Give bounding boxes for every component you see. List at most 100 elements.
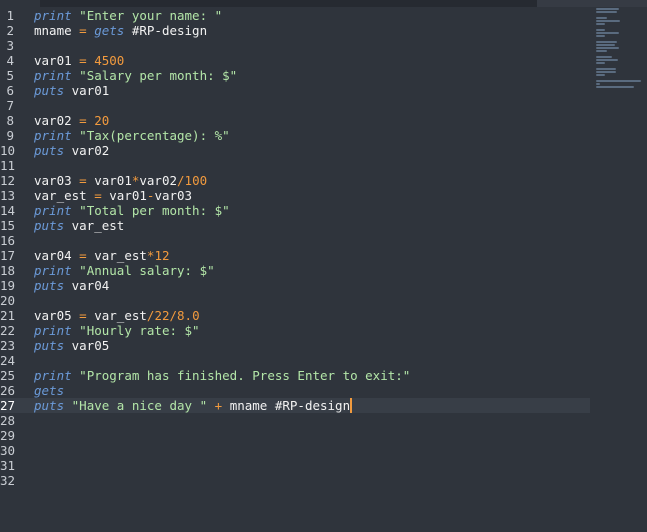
code-token: var_est [34,188,95,203]
code-area[interactable]: print "Enter your name: " mname = gets #R… [34,8,410,488]
code-token: print [34,8,72,23]
code-line[interactable] [34,473,410,488]
code-line[interactable]: puts var_est [34,218,410,233]
code-line[interactable]: puts var04 [34,278,410,293]
minimap-line [596,17,607,19]
code-line[interactable] [34,98,410,113]
line-number: 12 [0,173,16,188]
code-token: puts [34,218,65,233]
code-line[interactable]: puts var05 [34,338,410,353]
code-token: var02 [34,113,80,128]
line-number: 9 [6,128,14,143]
code-token: = [79,113,87,128]
code-token: "Hourly rate: $" [79,323,200,338]
line-number: 29 [0,428,16,443]
code-line[interactable]: print "Tax(percentage): %" [34,128,410,143]
code-token: "Annual salary: $" [79,263,215,278]
line-number: 4 [6,53,14,68]
code-token: = [79,248,87,263]
minimap-line [596,32,620,34]
code-line[interactable] [34,413,410,428]
code-line[interactable] [34,353,410,368]
line-number: 2 [6,23,14,38]
code-token: var02 [64,143,110,158]
line-number: 22 [0,323,16,338]
minimap-line [596,35,605,37]
code-token: var01 [64,83,110,98]
code-line[interactable] [34,293,410,308]
line-number: 21 [0,308,16,323]
code-line[interactable]: var01 = 4500 [34,53,410,68]
code-token: = [79,53,87,68]
code-line[interactable]: var04 = var_est*12 [34,248,410,263]
minimap-line [596,56,613,58]
code-token: = [79,173,87,188]
code-line[interactable]: gets [34,383,410,398]
code-line[interactable]: print "Program has finished. Press Enter… [34,368,410,383]
code-line[interactable]: mname = gets #RP-design [34,23,410,38]
line-number: 23 [0,338,16,353]
minimap-line [596,59,618,61]
code-token: print [34,323,72,338]
code-token: var05 [34,308,80,323]
code-token: puts [34,338,65,353]
code-line[interactable]: var02 = 20 [34,113,410,128]
line-number: 1 [6,8,14,23]
code-line[interactable]: puts var02 [34,143,410,158]
code-token: var03 [154,188,193,203]
code-token: #RP-design [124,23,208,38]
code-line[interactable] [34,233,410,248]
minimap-line [596,50,607,52]
code-token: 4500 [94,53,125,68]
code-line[interactable] [34,428,410,443]
code-line[interactable] [34,158,410,173]
minimap-line [596,23,605,25]
code-token: 100 [184,173,208,188]
code-token: print [34,203,72,218]
code-token: print [34,368,72,383]
code-token: puts [34,278,65,293]
code-token: / [177,173,185,188]
code-token: gets [34,383,65,398]
line-number: 28 [0,413,16,428]
code-token: var_est [86,308,147,323]
code-token: var01 [34,53,80,68]
code-token: 12 [154,248,170,263]
text-cursor [350,398,353,413]
code-line[interactable]: var_est = var01-var03 [34,188,410,203]
active-tab-edge[interactable] [0,0,40,7]
code-token: "Program has finished. Press Enter to ex… [79,368,411,383]
code-line[interactable] [34,38,410,53]
line-number: 27 [0,398,16,413]
line-number: 14 [0,203,16,218]
line-number: 25 [0,368,16,383]
code-line[interactable]: print "Salary per month: $" [34,68,410,83]
code-line[interactable]: print "Total per month: $" [34,203,410,218]
code-editor[interactable]: 1 2 3 4 5 6 7 8 9 10 11 12 13 14 15 16 17 18 19 20 21 22 23 24 2… [0,0,647,532]
code-line[interactable]: puts "Have a nice day " + mname #RP-desi… [34,398,410,413]
line-number: 24 [0,353,16,368]
code-line[interactable]: print "Annual salary: $" [34,263,410,278]
line-number: 26 [0,383,16,398]
line-number: 19 [0,278,16,293]
minimap-line [596,68,616,70]
line-number: 3 [6,38,14,53]
line-number: 10 [0,143,16,158]
code-line[interactable]: var03 = var01*var02/100 [34,173,410,188]
inactive-tab-edge[interactable] [537,0,647,7]
code-line[interactable]: var05 = var_est/22/8.0 [34,308,410,323]
minimap-line [596,83,600,85]
code-line[interactable] [34,443,410,458]
code-token: var05 [64,338,110,353]
code-token: mname [34,23,80,38]
code-line[interactable]: print "Hourly rate: $" [34,323,410,338]
code-line[interactable]: print "Enter your name: " [34,8,410,23]
minimap[interactable] [596,8,644,104]
code-token: puts [34,83,65,98]
code-line[interactable]: puts var01 [34,83,410,98]
code-token: = [94,188,102,203]
tab-bar [0,0,647,7]
code-token: "Enter your name: " [79,8,223,23]
code-line[interactable] [34,458,410,473]
line-number: 20 [0,293,16,308]
